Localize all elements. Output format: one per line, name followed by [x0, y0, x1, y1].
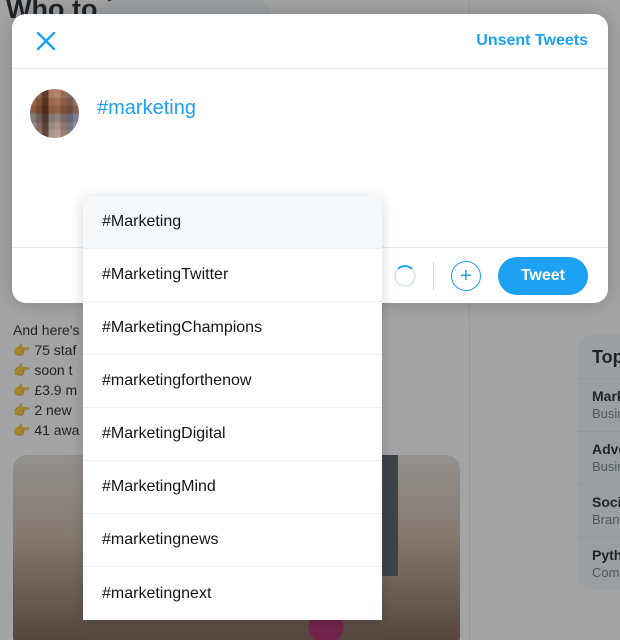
tweet-button[interactable]: Tweet: [497, 256, 588, 295]
suggestion-item[interactable]: #marketingforthenow: [83, 355, 382, 408]
suggestion-label: #marketingnews: [102, 531, 219, 548]
suggestion-label: #MarketingTwitter: [102, 266, 229, 283]
suggestion-item[interactable]: #marketingnext: [83, 567, 382, 620]
suggestion-label: #marketingnext: [102, 584, 212, 602]
character-count-ring: [393, 264, 416, 287]
avatar-image: [30, 89, 79, 138]
suggestion-label: #Marketing: [102, 213, 182, 230]
add-tweet-button[interactable]: +: [450, 260, 481, 291]
suggestion-label: #marketingforthenow: [102, 372, 252, 389]
suggestion-item[interactable]: #Marketing: [83, 196, 382, 249]
suggestion-item[interactable]: #marketingnews: [83, 514, 382, 567]
suggestion-label: #MarketingChampions: [102, 319, 263, 336]
modal-header: Unsent Tweets: [12, 14, 608, 69]
suggestion-label: #MarketingDigital: [102, 425, 226, 442]
suggestion-item[interactable]: #MarketingDigital: [83, 408, 382, 461]
suggestion-item[interactable]: #MarketingTwitter: [83, 249, 382, 302]
divider: [432, 261, 434, 290]
unsent-tweets-link[interactable]: Unsent Tweets: [476, 32, 588, 50]
avatar: [30, 89, 79, 138]
hashtag-autocomplete-dropdown: #Marketing #MarketingTwitter #MarketingC…: [83, 196, 382, 620]
close-icon[interactable]: [34, 29, 58, 53]
suggestion-item[interactable]: #MarketingChampions: [83, 302, 382, 355]
suggestion-label: #MarketingMind: [102, 478, 216, 495]
suggestion-item[interactable]: #MarketingMind: [83, 461, 382, 514]
tweet-text-input[interactable]: #marketing: [97, 97, 588, 120]
